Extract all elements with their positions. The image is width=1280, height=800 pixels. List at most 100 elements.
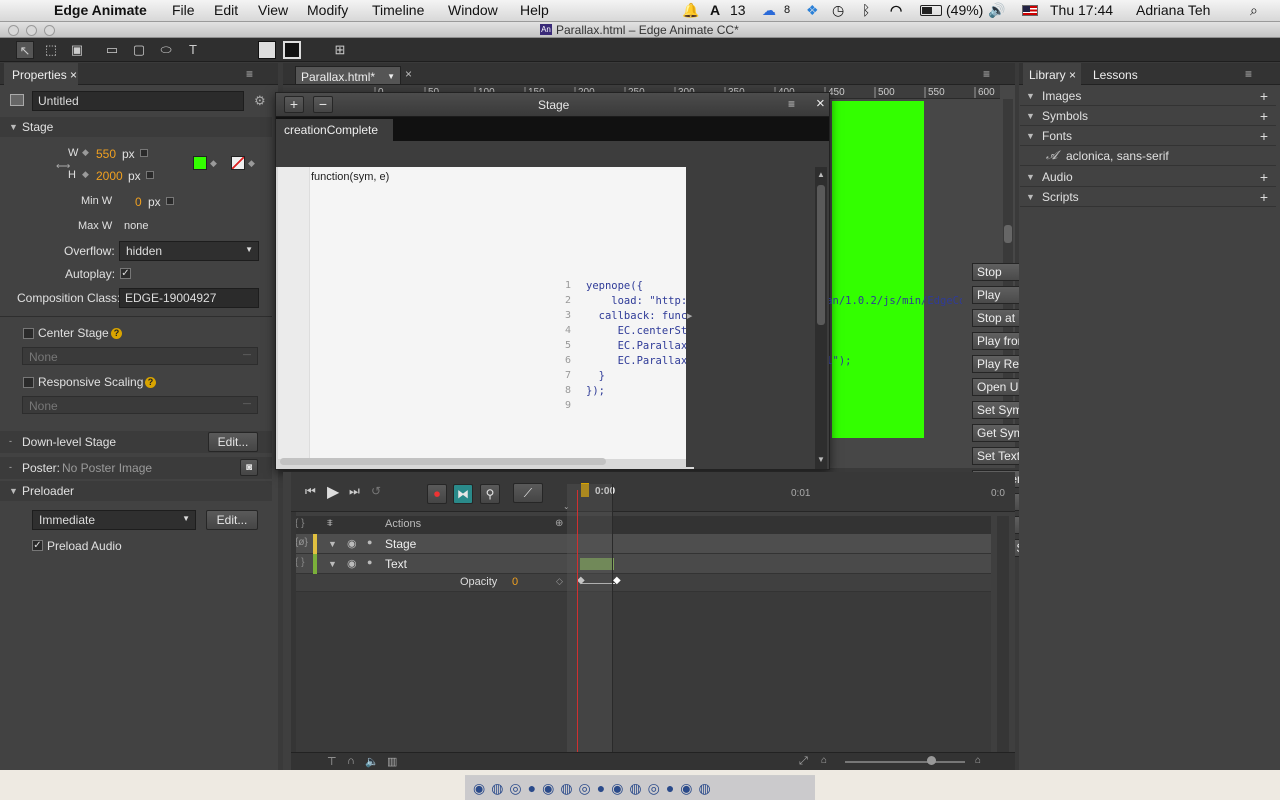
stage-canvas[interactable] [832,101,924,438]
menu-view[interactable]: View [258,2,288,18]
collapse-triangle-icon[interactable]: ▼ [9,122,18,132]
actions-scrollbar[interactable]: ▲ ▼ [815,167,827,469]
dock-app-icons[interactable]: ◉◍◎●◉◍◎●◉◍◎●◉◍ [473,780,717,797]
loop-icon[interactable]: ↺ [371,484,381,498]
library-section-symbols[interactable]: ▼ Symbols + [1020,106,1276,126]
add-event-button[interactable]: + [284,96,304,113]
border-color-swatch[interactable] [283,41,301,59]
stage-color-swatch[interactable] [193,156,207,170]
background-color-swatch[interactable] [258,41,276,59]
add-icon[interactable]: + [1260,88,1268,104]
lock-dot-icon[interactable]: ● [367,557,372,567]
rounded-rectangle-tool-icon[interactable]: ▢ [130,41,148,59]
text-tool-icon[interactable]: T [184,41,202,59]
height-keyframe-icon[interactable]: ◆ [82,169,89,180]
down-level-edit-button[interactable]: Edit... [208,432,258,452]
library-section-audio[interactable]: ▼ Audio + [1020,167,1276,187]
bluetooth-icon[interactable]: ᛒ [862,2,870,18]
clipping-tool-icon[interactable]: ▣ [68,41,86,59]
close-window-icon[interactable] [8,25,19,36]
pin-icon[interactable]: ⚲ [480,484,500,504]
stage-gradient-swatch[interactable] [231,156,245,170]
camera-icon[interactable]: ◙ [240,459,258,476]
rectangle-tool-icon[interactable]: ▭ [103,41,121,59]
fit-zoom-icon[interactable]: ⤢ [799,755,808,768]
code-horizontal-scrollbar[interactable] [280,458,606,465]
stage-section-header[interactable]: ▼ Stage [0,117,272,137]
add-action-icon[interactable]: ⊕ [555,518,563,529]
library-section-fonts[interactable]: ▼ Fonts + [1020,126,1276,146]
add-icon[interactable]: + [1260,189,1268,205]
go-to-end-icon[interactable]: ⏭ [349,484,360,499]
creative-cloud-icon[interactable]: ☁ [762,2,776,19]
visibility-eye-icon[interactable]: ◉ [347,537,357,550]
settings-gear-icon[interactable]: ⚙ [254,93,266,109]
add-icon[interactable]: + [1260,169,1268,185]
add-icon[interactable]: + [1260,108,1268,124]
wifi-icon[interactable]: ◠ [890,2,902,19]
visibility-eye-icon[interactable]: ◉ [347,557,357,570]
auto-transition-icon[interactable]: ⧓ [453,484,473,504]
width-value[interactable]: 550 [96,147,116,161]
zoom-slider-track[interactable] [845,761,965,763]
stage-color-keyframe-icon[interactable]: ◆ [210,158,217,169]
library-section-images[interactable]: ▼ Images + [1020,86,1276,106]
responsive-scaling-checkbox[interactable] [23,377,34,388]
library-section-scripts[interactable]: ▼ Scripts + [1020,187,1276,207]
lock-dot-icon[interactable]: ● [367,537,372,547]
min-width-unit[interactable]: px [148,195,161,209]
add-icon[interactable]: + [1260,128,1268,144]
scroll-up-icon[interactable]: ▲ [817,170,825,179]
keyframe-diamond-icon[interactable]: ◇ [556,576,563,587]
tab-lessons[interactable]: Lessons [1093,68,1138,82]
code-line[interactable]: } [586,370,605,382]
grid-snap-icon[interactable]: ▥ [387,755,397,768]
overflow-dropdown[interactable]: hidden ▼ [119,241,259,261]
transform-tool-icon[interactable]: ⬚ [42,41,60,59]
min-width-toggle[interactable] [166,197,174,205]
font-item[interactable]: 𝓐aclonica, sans-serif [1020,146,1276,166]
close-tab-icon[interactable]: × [405,67,412,81]
autoplay-checkbox[interactable]: ✓ [120,268,131,279]
expand-dash-icon[interactable]: - [9,462,12,472]
filter-icon[interactable]: ⊤ [327,755,337,768]
height-link-toggle[interactable] [146,171,154,179]
code-line[interactable]: }); [586,385,605,397]
tab-creation-complete[interactable]: creationComplete [276,119,393,141]
help-icon[interactable]: ? [145,377,156,388]
preload-audio-checkbox[interactable]: ✓ [32,540,43,551]
menu-file[interactable]: File [172,2,195,18]
adobe-icon[interactable]: A [710,2,720,18]
stage-gradient-keyframe-icon[interactable]: ◆ [248,158,255,169]
panel-menu-icon[interactable]: ≡ [788,97,795,111]
close-icon[interactable]: × [816,95,825,112]
zoom-out-icon[interactable]: ⌂ [821,755,827,766]
max-width-value[interactable]: none [124,220,148,232]
us-flag-icon[interactable] [1022,5,1038,16]
zoom-in-icon[interactable]: ⌂ [975,755,981,766]
width-unit[interactable]: px [122,147,135,161]
opacity-value[interactable]: 0 [512,576,518,588]
play-icon[interactable]: ▶ [327,482,339,502]
height-unit[interactable]: px [128,169,141,183]
height-value[interactable]: 2000 [96,169,123,183]
volume-icon[interactable]: 🔊 [988,2,1005,19]
panel-menu-icon[interactable]: ≡ [246,67,253,81]
spotlight-icon[interactable]: ⌕ [1250,2,1258,19]
center-stage-dropdown[interactable]: None — [22,347,258,365]
width-keyframe-icon[interactable]: ◆ [82,147,89,158]
notification-bell-icon[interactable]: 🔔 [682,2,699,19]
layer-row-text[interactable]: { } ▼ ◉ ● Text [291,554,991,592]
menubar-clock[interactable]: Thu 17:44 [1050,2,1113,18]
element-name-field[interactable]: Untitled [32,91,244,111]
responsive-scaling-dropdown[interactable]: None — [22,396,258,414]
minimize-window-icon[interactable] [26,25,37,36]
scrollbar-thumb[interactable] [817,185,825,325]
dropbox-icon[interactable]: ❖ [806,2,819,19]
zoom-window-icon[interactable] [44,25,55,36]
tab-properties[interactable]: Properties × [4,63,78,85]
preloader-edit-button[interactable]: Edit... [206,510,258,530]
auto-keyframe-icon[interactable]: ⏺ [427,484,447,504]
scroll-down-icon[interactable]: ▼ [817,455,825,464]
collapse-triangle-icon[interactable]: ▼ [9,486,18,496]
